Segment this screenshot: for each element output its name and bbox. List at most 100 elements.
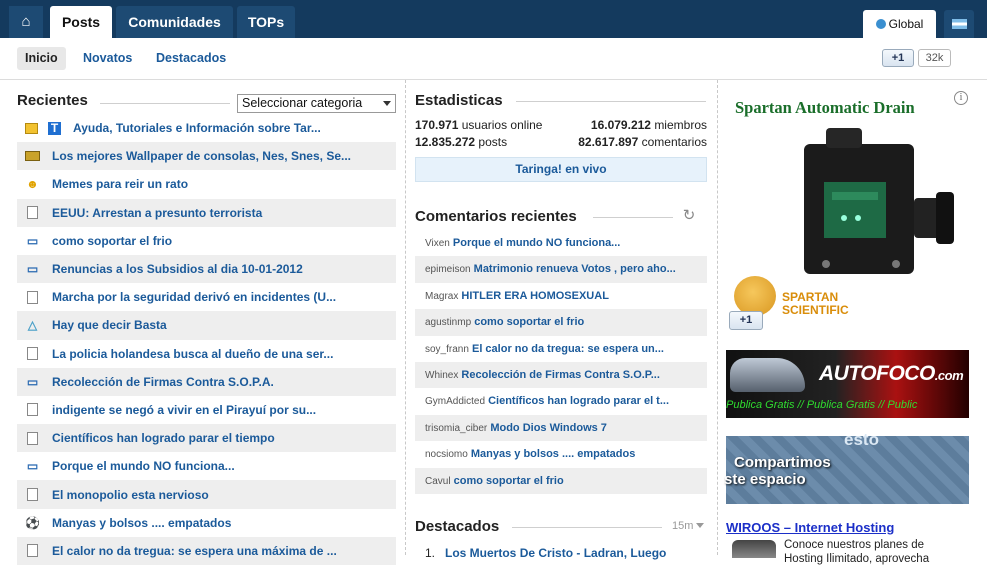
comment-post[interactable]: Recolección de Firmas Contra S.O.P... <box>461 369 659 381</box>
comment-user[interactable]: GymAddicted <box>425 396 485 407</box>
post-title[interactable]: Científicos han logrado parar el tiempo <box>52 431 275 445</box>
category-select-value: Seleccionar categoria <box>242 96 363 110</box>
wiroos-ad[interactable]: WIROOS – Internet Hosting Conoce nuestro… <box>726 520 976 565</box>
list-item[interactable]: El calor no da tregua: se espera una máx… <box>17 536 396 565</box>
comment-post[interactable]: Manyas y bolsos .... empatados <box>471 448 635 460</box>
list-item[interactable]: ▭ como soportar el frio <box>17 227 396 255</box>
wiroos-title[interactable]: WIROOS – Internet Hosting <box>726 520 976 535</box>
info-icon[interactable]: i <box>954 91 968 105</box>
destacado-item[interactable]: 1. Los Muertos De Cristo - Ladran, Luego <box>425 546 666 560</box>
refresh-icon[interactable]: ↻ <box>681 208 697 224</box>
top-navigation-bar: ⌂ Posts Comunidades TOPs Global <box>0 0 987 38</box>
compartimos-ad[interactable]: esto Compartimos ste espacio <box>724 430 969 504</box>
online-label: usuarios online <box>461 118 543 132</box>
comment-user[interactable]: Vixen <box>425 238 450 249</box>
autofoco-logo-suffix: .com <box>934 368 964 383</box>
list-item[interactable]: EEUU: Arrestan a presunto terrorista <box>17 198 396 227</box>
list-item[interactable]: La policia holandesa busca al dueño de u… <box>17 340 396 368</box>
post-title[interactable]: Marcha por la seguridad derivó en incide… <box>52 290 336 304</box>
global-button[interactable]: Global <box>863 10 936 38</box>
comment-user[interactable]: nocsiomo <box>425 449 468 460</box>
list-item[interactable]: ▭ Recolección de Firmas Contra S.O.P.A. <box>17 367 396 396</box>
list-item[interactable]: Vixen Porque el mundo NO funciona... <box>415 230 707 256</box>
comment-user[interactable]: Magrax <box>425 291 458 302</box>
recientes-title: Recientes <box>17 92 88 109</box>
post-title[interactable]: EEUU: Arrestan a presunto terrorista <box>52 206 262 220</box>
list-item[interactable]: trisomia_ciber Modo Dios Windows 7 <box>415 414 707 442</box>
list-item[interactable]: GymAddicted Científicos han logrado para… <box>415 388 707 414</box>
comment-post[interactable]: como soportar el frio <box>454 475 564 487</box>
tab-posts[interactable]: Posts <box>50 6 112 38</box>
time-filter[interactable]: 15m <box>672 520 705 532</box>
post-title[interactable]: Manyas y bolsos .... empatados <box>52 516 231 530</box>
comment-post[interactable]: El calor no da tregua: se espera un... <box>472 343 664 355</box>
comment-post[interactable]: como soportar el frio <box>474 316 584 328</box>
list-item[interactable]: soy_frann El calor no da tregua: se espe… <box>415 336 707 362</box>
list-item[interactable]: nocsiomo Manyas y bolsos .... empatados <box>415 441 707 467</box>
destacado-title[interactable]: Los Muertos De Cristo - Ladran, Luego <box>445 546 666 560</box>
home-icon[interactable]: ⌂ <box>9 6 43 38</box>
list-item[interactable]: Whinex Recolección de Firmas Contra S.O.… <box>415 361 707 389</box>
smiley-icon: ☻ <box>26 177 39 192</box>
post-title[interactable]: La policia holandesa busca al dueño de u… <box>52 347 333 361</box>
comment-user[interactable]: soy_frann <box>425 344 469 355</box>
list-item[interactable]: epimeison Matrimonio renueva Votos , per… <box>415 256 707 283</box>
destacados-title: Destacados <box>415 518 500 535</box>
compartimos-top: esto <box>844 430 879 449</box>
subnav-novatos[interactable]: Novatos <box>83 47 132 70</box>
comments-title: Comentarios recientes <box>415 208 577 225</box>
argentina-flag-icon[interactable] <box>944 10 974 38</box>
list-item[interactable]: T Ayuda, Tutoriales e Información sobre T… <box>17 114 396 142</box>
live-link[interactable]: Taringa! en vivo <box>415 157 707 182</box>
post-title[interactable]: Porque el mundo NO funciona... <box>52 459 235 473</box>
subnav-destacados[interactable]: Destacados <box>156 47 226 70</box>
comment-post[interactable]: Modo Dios Windows 7 <box>490 422 607 434</box>
post-title[interactable]: Ayuda, Tutoriales e Información sobre Ta… <box>73 121 321 135</box>
list-item[interactable]: indigente se negó a vivir en el Pirayuí … <box>17 396 396 424</box>
list-item[interactable]: Científicos han logrado parar el tiempo <box>17 424 396 453</box>
comment-post[interactable]: HITLER ERA HOMOSEXUAL <box>461 290 609 302</box>
post-title[interactable]: Los mejores Wallpaper de consolas, Nes, … <box>52 149 351 163</box>
post-title[interactable]: Recolección de Firmas Contra S.O.P.A. <box>52 375 274 389</box>
autofoco-logo: AUTOFOCO.com <box>819 362 964 386</box>
list-item[interactable]: El monopolio esta nervioso <box>17 480 396 509</box>
list-item[interactable]: △ Hay que decir Basta <box>17 311 396 340</box>
list-item[interactable]: ☻ Memes para reir un rato <box>17 170 396 198</box>
post-title[interactable]: como soportar el frio <box>52 234 172 248</box>
category-select[interactable]: Seleccionar categoria <box>237 94 396 113</box>
autofoco-logo-main: AUTOFOCO <box>819 362 935 385</box>
comment-post[interactable]: Porque el mundo NO funciona... <box>453 237 620 249</box>
list-item[interactable]: ▭ Renuncias a los Subsidios al dia 10-01-… <box>17 254 396 284</box>
members-count: 16.079.212 <box>590 118 651 132</box>
comment-user[interactable]: Cavul <box>425 476 451 487</box>
post-title[interactable]: Renuncias a los Subsidios al dia 10-01-2… <box>52 262 303 276</box>
list-item[interactable]: ⚽ Manyas y bolsos .... empatados <box>17 509 396 537</box>
list-item[interactable]: Magrax HITLER ERA HOMOSEXUAL <box>415 283 707 309</box>
comment-user[interactable]: epimeison <box>425 264 471 275</box>
section-rule <box>512 527 662 528</box>
comment-post[interactable]: Matrimonio renueva Votos , pero aho... <box>474 263 676 275</box>
post-title[interactable]: Hay que decir Basta <box>52 318 167 332</box>
list-item[interactable]: Marcha por la seguridad derivó en incide… <box>17 283 396 311</box>
subnav-inicio[interactable]: Inicio <box>17 47 66 70</box>
post-title[interactable]: El calor no da tregua: se espera una máx… <box>52 544 337 558</box>
chevron-down-icon <box>696 523 705 528</box>
comment-user[interactable]: Whinex <box>425 370 458 381</box>
comment-user[interactable]: agustinmp <box>425 317 471 328</box>
comment-post[interactable]: Científicos han logrado parar el t... <box>488 395 669 407</box>
spartan-ad[interactable]: Spartan Automatic Drain i SPARTAN SCIENTI… <box>726 88 969 332</box>
post-title[interactable]: indigente se negó a vivir en el Pirayuí … <box>52 403 316 417</box>
comment-user[interactable]: trisomia_ciber <box>425 423 487 434</box>
list-item[interactable]: ▭ Porque el mundo NO funciona... <box>17 452 396 480</box>
tab-comunidades[interactable]: Comunidades <box>116 6 233 38</box>
ad-plusone-button[interactable]: +1 <box>729 311 763 330</box>
tab-tops[interactable]: TOPs <box>237 6 295 38</box>
document-icon <box>27 403 38 417</box>
post-title[interactable]: Memes para reir un rato <box>52 177 188 191</box>
list-item[interactable]: Los mejores Wallpaper de consolas, Nes, … <box>17 142 396 171</box>
autofoco-ad[interactable]: AUTOFOCO.com Publica Gratis // Publica G… <box>726 350 969 418</box>
list-item[interactable]: agustinmp como soportar el frio <box>415 309 707 336</box>
post-title[interactable]: El monopolio esta nervioso <box>52 488 209 502</box>
plusone-button[interactable]: +1 <box>882 49 914 67</box>
list-item[interactable]: Cavul como soportar el frio <box>415 467 707 494</box>
